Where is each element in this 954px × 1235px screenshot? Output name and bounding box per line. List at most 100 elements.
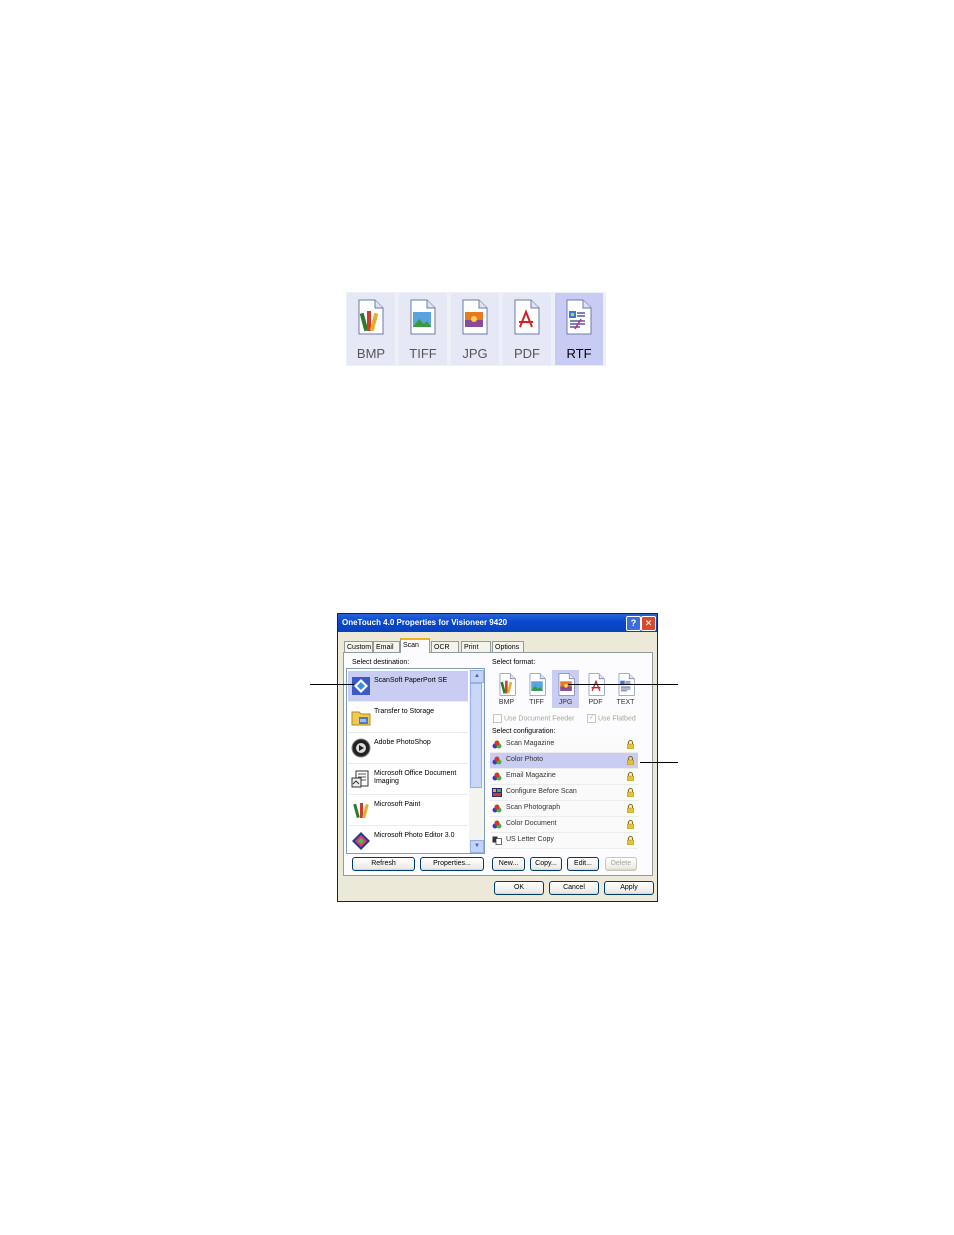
configuration-item[interactable]: Color Photo — [490, 753, 638, 769]
cancel-button[interactable]: Cancel — [549, 881, 599, 895]
scroll-down-icon[interactable]: ▼ — [470, 840, 484, 853]
folder-storage-icon — [351, 711, 371, 726]
apply-button[interactable]: Apply — [604, 881, 654, 895]
destination-label: Microsoft Photo Editor 3.0 — [374, 832, 455, 839]
close-button[interactable]: ✕ — [641, 616, 656, 631]
dialog-title: OneTouch 4.0 Properties for Visioneer 94… — [342, 618, 508, 627]
delete-button[interactable]: Delete — [605, 857, 637, 871]
lock-icon — [627, 788, 634, 797]
configuration-label: US Letter Copy — [506, 836, 554, 843]
lock-icon — [627, 836, 634, 845]
format-strip: BMP TIFF JPG PDF RTF — [346, 292, 606, 366]
title-bar[interactable]: OneTouch 4.0 Properties for Visioneer 94… — [338, 614, 657, 632]
checkbox-box[interactable] — [493, 714, 502, 723]
destination-item[interactable]: Microsoft Paint — [348, 795, 468, 826]
paint-icon — [353, 803, 369, 819]
photoshop-icon — [351, 738, 371, 758]
format-jpg-button[interactable]: JPG — [451, 293, 499, 365]
copy-button[interactable]: Copy... — [530, 857, 562, 871]
jpg-file-icon — [462, 299, 488, 335]
format-label: TEXT — [616, 699, 635, 706]
destination-label: Microsoft Paint — [374, 801, 421, 808]
ok-button[interactable]: OK — [494, 881, 544, 895]
callout-line-configuration — [640, 762, 678, 763]
destination-item[interactable]: Microsoft Photo Editor 3.0 — [348, 826, 468, 853]
checkbox-label: Use Flatbed — [598, 715, 636, 723]
format-label: BMP — [356, 346, 386, 361]
destination-label: Adobe PhotoShop — [374, 739, 431, 746]
use-document-feeder-checkbox[interactable]: Use Document Feeder — [493, 714, 574, 723]
tab-options[interactable]: Options — [492, 641, 524, 652]
bmp-file-icon — [499, 673, 516, 696]
format-label: PDF — [514, 346, 540, 361]
lock-icon — [627, 756, 634, 765]
format-label: PDF — [588, 699, 603, 706]
configuration-label: Email Magazine — [506, 772, 556, 779]
format-label: BMP — [498, 699, 515, 706]
checkbox-label: Use Document Feeder — [504, 715, 575, 723]
configuration-item[interactable]: Color Document — [490, 817, 638, 833]
format-tiff-button[interactable]: TIFF — [399, 293, 447, 365]
use-flatbed-checkbox[interactable]: ✓ Use Flatbed — [587, 714, 636, 723]
rtf-file-icon — [566, 299, 592, 335]
configuration-label: Configure Before Scan — [506, 788, 577, 795]
select-configuration-label: Select configuration: — [492, 728, 556, 735]
photo-editor-icon — [352, 832, 370, 850]
format-rtf-button[interactable]: RTF — [555, 293, 603, 365]
select-destination-label: Select destination: — [352, 659, 410, 666]
format-label: JPG — [558, 699, 573, 706]
destination-item[interactable]: Microsoft Office Document Imaging — [348, 764, 468, 795]
format-bmp-button[interactable]: BMP — [493, 670, 520, 708]
format-pdf-button[interactable]: PDF — [503, 293, 551, 365]
new-button[interactable]: New... — [492, 857, 525, 871]
configuration-label: Color Photo — [506, 756, 543, 763]
configuration-item[interactable]: Scan Magazine — [490, 737, 638, 753]
format-label: TIFF — [409, 346, 437, 361]
scroll-thumb[interactable] — [470, 683, 482, 788]
format-jpg-button[interactable]: JPG — [552, 670, 579, 708]
color-balls-icon — [492, 740, 502, 749]
properties-dialog: OneTouch 4.0 Properties for Visioneer 94… — [337, 613, 658, 902]
lock-icon — [627, 804, 634, 813]
destination-scrollbar[interactable]: ▲ ▼ — [469, 669, 484, 853]
callout-line-format — [568, 684, 678, 685]
color-balls-icon — [492, 772, 502, 781]
office-imaging-icon — [351, 770, 369, 788]
format-text-button[interactable]: TEXT — [612, 670, 639, 708]
configure-grid-icon — [492, 788, 502, 797]
paperport-icon — [352, 677, 370, 695]
copy-pages-icon — [492, 836, 502, 845]
select-format-label: Select format: — [492, 659, 536, 666]
destination-list[interactable]: ScanSoft PaperPort SE Transfer to Storag… — [346, 668, 485, 854]
configuration-item[interactable]: Email Magazine — [490, 769, 638, 785]
checkmark-icon[interactable]: ✓ — [587, 714, 596, 723]
tab-custom[interactable]: Custom — [344, 641, 373, 652]
format-tiff-button[interactable]: TIFF — [523, 670, 550, 708]
configuration-item[interactable]: US Letter Copy — [490, 833, 638, 849]
destination-item[interactable]: Adobe PhotoShop — [348, 733, 468, 764]
tab-ocr[interactable]: OCR — [431, 641, 459, 652]
tab-email[interactable]: Email — [373, 641, 400, 652]
format-bmp-button[interactable]: BMP — [347, 293, 395, 365]
color-balls-icon — [492, 820, 502, 829]
bmp-file-icon — [358, 299, 384, 335]
destination-item[interactable]: ScanSoft PaperPort SE — [348, 671, 468, 702]
tab-scan[interactable]: Scan — [400, 638, 430, 653]
color-balls-icon — [492, 756, 502, 765]
tab-print[interactable]: Print — [461, 641, 491, 652]
format-pdf-button[interactable]: PDF — [582, 670, 609, 708]
configuration-label: Color Document — [506, 820, 557, 827]
help-button[interactable]: ? — [626, 616, 641, 631]
destination-item[interactable]: Transfer to Storage — [348, 702, 468, 733]
scroll-up-icon[interactable]: ▲ — [470, 670, 484, 683]
format-label: RTF — [566, 346, 592, 361]
configuration-item[interactable]: Configure Before Scan — [490, 785, 638, 801]
format-label: JPG — [462, 346, 488, 361]
configuration-label: Scan Photograph — [506, 804, 561, 811]
lock-icon — [627, 740, 634, 749]
configuration-item[interactable]: Scan Photograph — [490, 801, 638, 817]
refresh-button[interactable]: Refresh — [352, 857, 415, 871]
properties-button[interactable]: Properties... — [420, 857, 484, 871]
configuration-list[interactable]: Scan Magazine Color Photo Email Magazine… — [490, 737, 638, 850]
edit-button[interactable]: Edit... — [567, 857, 599, 871]
